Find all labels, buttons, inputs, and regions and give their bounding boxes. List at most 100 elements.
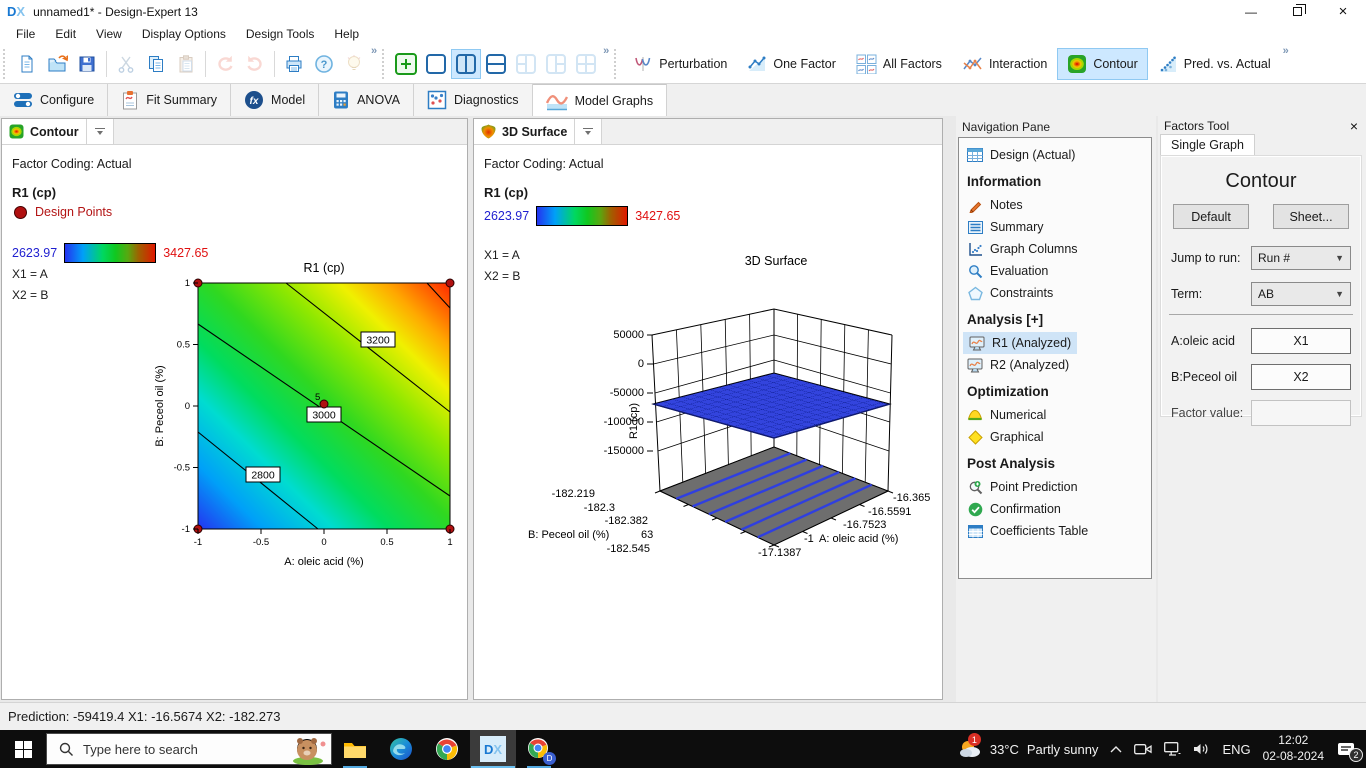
taskbar-design-expert[interactable]: DX <box>470 730 516 768</box>
restore-button[interactable] <box>1274 0 1320 23</box>
tab-anova[interactable]: ANOVA <box>319 84 414 116</box>
cut-button[interactable] <box>111 49 141 79</box>
toolbar-grip[interactable] <box>614 49 618 79</box>
meet-now-icon[interactable] <box>1134 742 1152 756</box>
show-hidden-icons-chevron[interactable] <box>1110 745 1122 753</box>
sheet-button[interactable]: Sheet... <box>1273 204 1349 229</box>
close-button[interactable]: × <box>1320 0 1366 23</box>
all-factors-button[interactable]: All Factors <box>846 48 952 80</box>
nav-item-r2-analyzed[interactable]: R2 (Analyzed) <box>959 354 1151 376</box>
language-indicator[interactable]: ENG <box>1222 742 1250 757</box>
nav-item-numerical[interactable]: Numerical <box>959 404 1151 426</box>
print-button[interactable] <box>279 49 309 79</box>
taskbar-file-explorer[interactable] <box>332 730 378 768</box>
perturbation-button[interactable]: Perturbation <box>623 48 737 80</box>
default-button[interactable]: Default <box>1173 204 1249 229</box>
search-input[interactable]: Type here to search <box>46 733 332 765</box>
nav-item-graphical[interactable]: Graphical <box>959 426 1151 448</box>
nav-item-confirmation[interactable]: Confirmation <box>959 498 1151 520</box>
contour-button[interactable]: Contour <box>1057 48 1147 80</box>
print-icon <box>284 54 304 74</box>
toolbar-grip[interactable] <box>3 49 7 79</box>
factor-value-field[interactable] <box>1251 400 1351 426</box>
toolbar-overflow-button[interactable]: » <box>371 45 377 57</box>
tab-fit-summary[interactable]: Fit Summary <box>108 84 231 116</box>
table-icon <box>967 523 983 539</box>
redo-button[interactable] <box>240 49 270 79</box>
x2-assignment: X2 = B <box>484 269 520 283</box>
new-document-button[interactable] <box>12 49 42 79</box>
tab-model[interactable]: fx Model <box>231 84 319 116</box>
nav-item-coefficients-table[interactable]: Coefficients Table <box>959 520 1151 542</box>
contour-icon <box>1067 54 1087 74</box>
nav-item-design-actual[interactable]: Design (Actual) <box>959 144 1151 166</box>
pred-vs-actual-button[interactable]: Pred. vs. Actual <box>1148 48 1281 80</box>
help-button[interactable]: ? <box>309 49 339 79</box>
pane-right-split-button[interactable] <box>541 49 571 79</box>
clock[interactable]: 12:02 02-08-2024 <box>1263 733 1324 764</box>
menu-help[interactable]: Help <box>324 25 369 43</box>
nav-section-optimization: Optimization <box>959 376 1151 404</box>
design-points-label: Design Points <box>35 205 112 219</box>
nav-item-summary[interactable]: Summary <box>959 216 1151 238</box>
taskbar-edge[interactable] <box>378 730 424 768</box>
nav-item-constraints[interactable]: Constraints <box>959 282 1151 304</box>
minimize-button[interactable]: — <box>1228 0 1274 23</box>
toolbar-grip[interactable] <box>382 49 386 79</box>
one-pane-button[interactable] <box>421 49 451 79</box>
two-panes-horizontal-icon <box>484 52 508 76</box>
speaker-icon[interactable] <box>1193 742 1210 756</box>
term-select[interactable]: AB ▼ <box>1251 282 1351 306</box>
start-button[interactable] <box>0 730 46 768</box>
surface-panel: 3D Surface Factor Coding: Actual R1 (cp)… <box>473 118 943 700</box>
tab-diagnostics[interactable]: Diagnostics <box>414 84 533 116</box>
menu-file[interactable]: File <box>6 25 45 43</box>
two-panes-vertical-button[interactable] <box>451 49 481 79</box>
menu-view[interactable]: View <box>86 25 132 43</box>
subtab-3d-surface[interactable]: 3D Surface <box>474 119 575 144</box>
nav-item-graph-columns[interactable]: Graph Columns <box>959 238 1151 260</box>
tip-of-day-button[interactable] <box>339 49 369 79</box>
four-pane-grid-button[interactable] <box>571 49 601 79</box>
menu-design-tools[interactable]: Design Tools <box>236 25 324 43</box>
tab-model-graphs[interactable]: Model Graphs <box>533 84 668 116</box>
one-factor-label: One Factor <box>773 57 836 71</box>
nav-item-evaluation[interactable]: Evaluation <box>959 260 1151 282</box>
tab-single-graph[interactable]: Single Graph <box>1160 134 1255 156</box>
pane-left-split-button[interactable] <box>511 49 541 79</box>
toolbar-overflow-button[interactable]: » <box>603 45 609 57</box>
jump-to-run-select[interactable]: Run # ▼ <box>1251 246 1351 270</box>
network-icon[interactable] <box>1164 742 1181 756</box>
subtab-contour[interactable]: Contour <box>2 119 87 144</box>
taskbar-chrome-profile[interactable]: D <box>516 730 562 768</box>
navigation-list: Design (Actual) Information Notes Summar… <box>958 137 1152 579</box>
contour-tab-menu-button[interactable] <box>87 119 114 144</box>
copy-button[interactable] <box>141 49 171 79</box>
nav-item-point-prediction[interactable]: Point Prediction <box>959 476 1151 498</box>
factor-a-cell[interactable]: X1 <box>1251 328 1351 354</box>
two-panes-horizontal-button[interactable] <box>481 49 511 79</box>
notification-center[interactable]: 2 <box>1336 741 1356 758</box>
one-factor-button[interactable]: One Factor <box>737 48 846 80</box>
tab-configure[interactable]: Configure <box>0 84 108 116</box>
a-axis-title: A: oleic acid (%) <box>819 533 898 545</box>
contour-chart[interactable]: R1 (cp) 2800 3000 3200 <box>150 257 470 577</box>
add-graph-button[interactable] <box>391 49 421 79</box>
interaction-button[interactable]: Interaction <box>952 48 1057 80</box>
nav-item-r1-analyzed[interactable]: R1 (Analyzed) <box>963 332 1077 354</box>
restore-icon <box>1293 7 1302 16</box>
save-button[interactable] <box>72 49 102 79</box>
menu-edit[interactable]: Edit <box>45 25 86 43</box>
taskbar-chrome[interactable] <box>424 730 470 768</box>
toolbar-overflow-button[interactable]: » <box>1283 45 1289 57</box>
menu-display-options[interactable]: Display Options <box>132 25 236 43</box>
weather-widget[interactable]: 1 33°C Partly sunny <box>958 738 1099 760</box>
open-button[interactable] <box>42 49 72 79</box>
surface3d-chart[interactable]: 3D Surface <box>516 247 978 599</box>
undo-button[interactable] <box>210 49 240 79</box>
close-icon[interactable]: × <box>1350 119 1358 133</box>
surface-tab-menu-button[interactable] <box>575 119 602 144</box>
paste-button[interactable] <box>171 49 201 79</box>
factor-b-cell[interactable]: X2 <box>1251 364 1351 390</box>
nav-item-notes[interactable]: Notes <box>959 194 1151 216</box>
